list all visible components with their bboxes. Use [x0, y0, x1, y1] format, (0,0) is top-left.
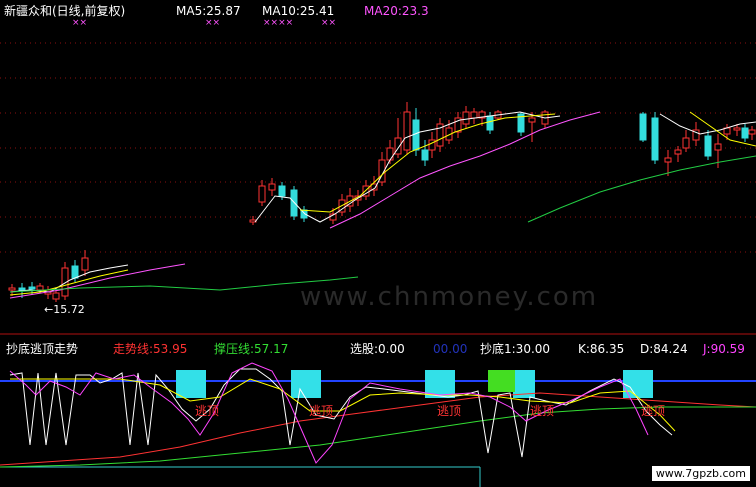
signal-box: [176, 370, 206, 398]
signal-box-green: [488, 370, 515, 392]
up-candle: [674, 149, 682, 155]
ma20-label: MA20:23.3: [364, 4, 429, 18]
long-ma-line: [527, 155, 756, 223]
down-candle: [639, 113, 647, 141]
stock-chart-window: 新疆众和(日线,前复权) MA5:25.87 MA10:25.41 MA20:2…: [0, 0, 756, 487]
signal-mark: ××: [72, 18, 88, 28]
up-candle: [462, 111, 470, 125]
up-candle: [733, 127, 741, 131]
d-line: [10, 378, 676, 432]
signal-box: [291, 370, 321, 398]
signal-mark: ××: [321, 18, 337, 28]
down-candle: [421, 149, 429, 161]
down-candle: [28, 286, 36, 290]
up-candle: [8, 287, 16, 291]
up-candle: [403, 111, 411, 151]
up-candle: [528, 117, 536, 123]
escape-top-label: 逃顶: [195, 404, 220, 418]
down-candle: [741, 127, 749, 139]
up-candle: [81, 257, 89, 271]
down-candle: [486, 115, 494, 131]
up-candle: [748, 129, 756, 135]
escape-top-label: 逃顶: [309, 404, 334, 418]
down-candle: [290, 189, 298, 217]
ma20-line: [329, 111, 601, 229]
up-candle: [36, 285, 44, 291]
down-candle: [704, 135, 712, 157]
up-candle: [664, 157, 672, 163]
escape-top-label: 逃顶: [530, 404, 555, 418]
signal-mark: ××: [205, 18, 221, 28]
up-candle: [682, 137, 690, 149]
up-candle: [714, 143, 722, 151]
up-candle: [268, 183, 276, 191]
ma20-line: [9, 263, 186, 299]
up-candle: [258, 185, 266, 203]
stock-title: 新疆众和(日线,前复权): [4, 4, 126, 18]
escape-top-label: 逃顶: [641, 404, 666, 418]
down-candle: [278, 185, 286, 197]
ma10-line: [299, 113, 556, 213]
down-candle: [412, 119, 420, 151]
up-candle: [470, 111, 478, 119]
escape-top-label: 逃顶: [437, 404, 462, 418]
down-candle: [651, 117, 659, 161]
k-line: [9, 368, 673, 458]
down-candle: [71, 265, 79, 279]
watermark: www.chnmoney.com: [300, 282, 599, 312]
signal-mark: ××××: [263, 18, 294, 28]
site-watermark: www.7gpzb.com: [651, 466, 750, 481]
up-candle: [386, 147, 394, 161]
up-candle: [52, 292, 60, 300]
low-price-marker: ←15.72: [44, 303, 85, 316]
